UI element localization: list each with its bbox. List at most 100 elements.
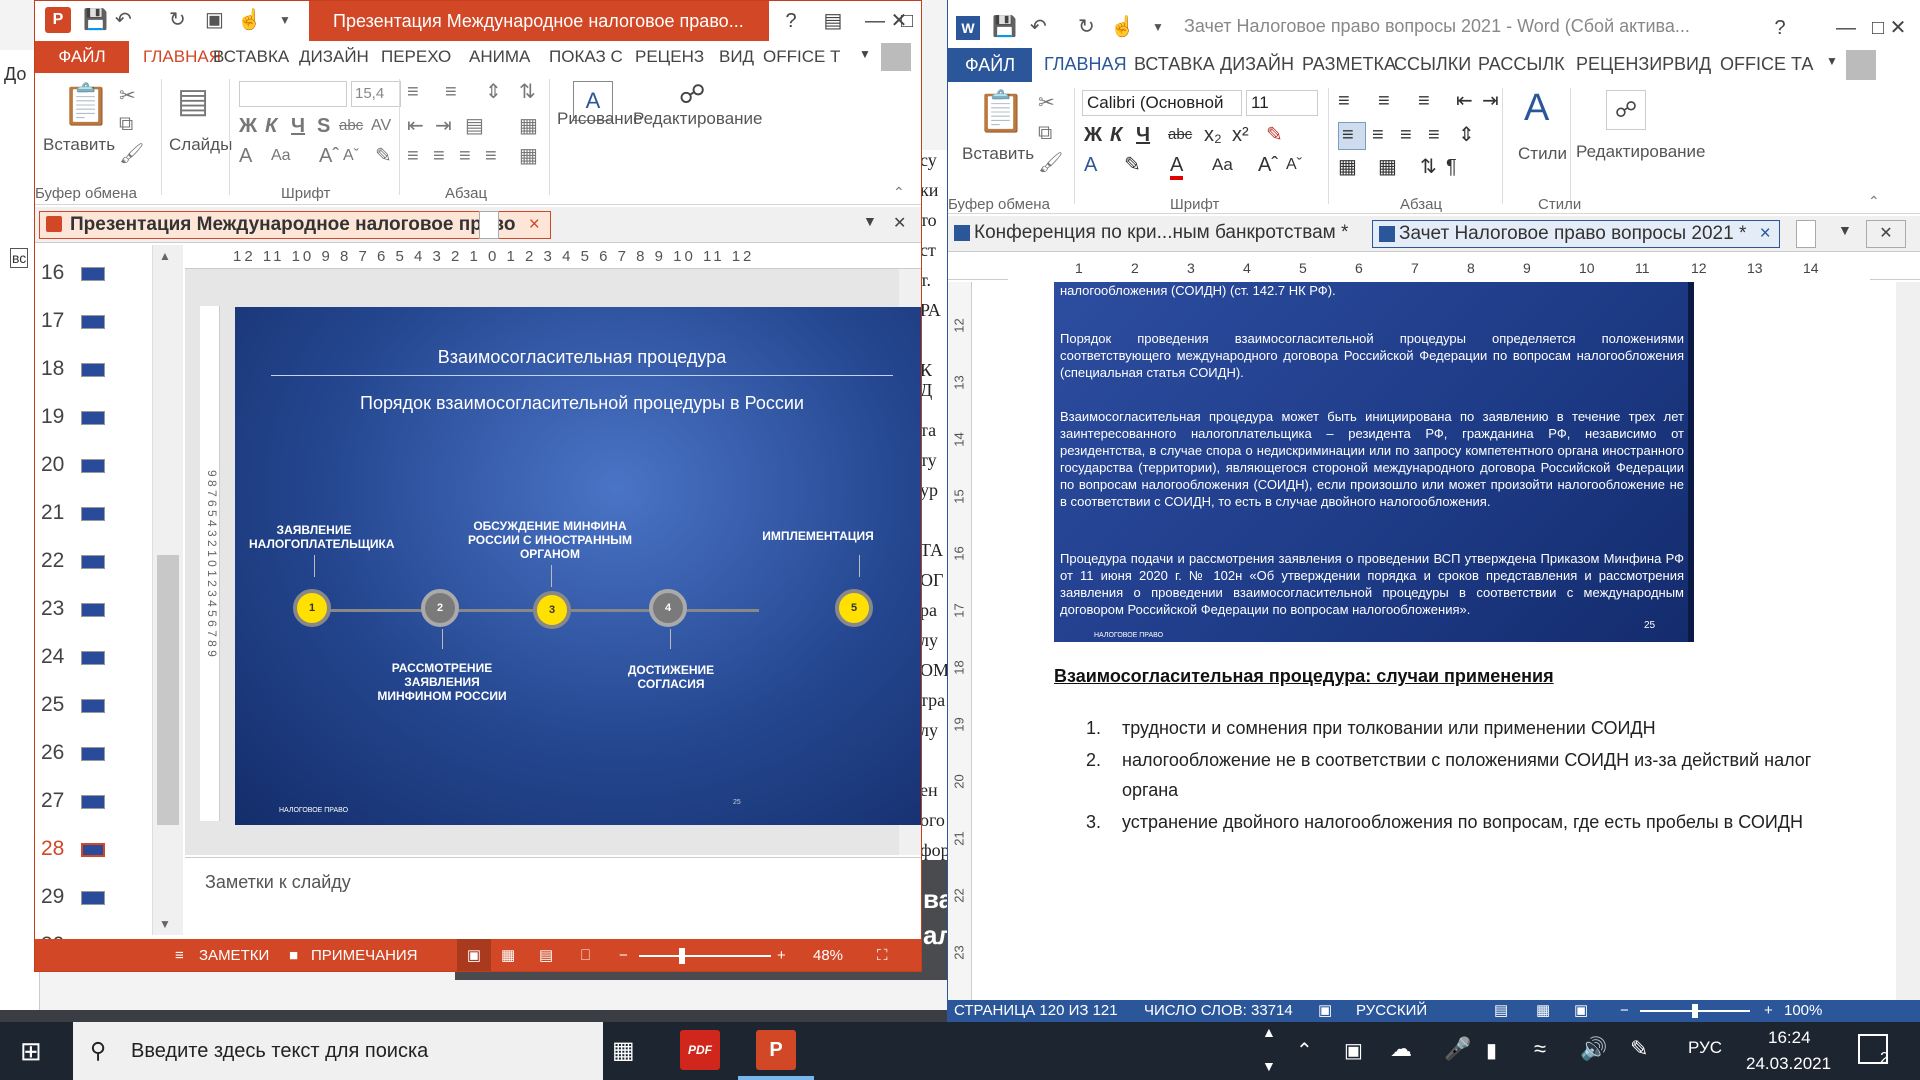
tab-list-icon[interactable]: ▼	[1838, 222, 1852, 238]
search-box[interactable]: Введите здесь текст для поиска	[73, 1022, 603, 1080]
tab-review[interactable]: РЕЦЕНЗИР	[1576, 54, 1674, 75]
change-case-icon[interactable]: Aa	[271, 145, 291, 167]
subscript-icon[interactable]: x₂	[1204, 124, 1222, 146]
bullets-icon[interactable]: ≡	[1338, 90, 1350, 112]
align-center-icon[interactable]: ≡	[433, 145, 445, 167]
tab-view[interactable]: ВИД	[1674, 54, 1711, 75]
thumbnail-scrollbar[interactable]: ▲ ▼	[153, 245, 183, 935]
slide-thumbnail[interactable]: 19	[41, 397, 141, 437]
underline-icon[interactable]: Ч	[291, 115, 305, 137]
italic-icon[interactable]: К	[1110, 124, 1122, 146]
proofing-icon[interactable]: ▣	[1318, 1000, 1332, 1022]
font-color-icon[interactable]: A	[1170, 154, 1184, 180]
format-painter-icon[interactable]: 🖌	[1038, 152, 1063, 174]
collapse-ribbon-icon[interactable]: ⌃	[893, 181, 905, 203]
strikethrough-icon[interactable]: abc	[339, 115, 363, 137]
fit-slide-icon[interactable]: ⛶	[877, 939, 888, 971]
ribbon-display-icon[interactable]: ▤	[811, 1, 855, 41]
zoom-slider[interactable]	[639, 955, 771, 957]
slide-thumbnail[interactable]: 27	[41, 781, 141, 821]
borders-icon[interactable]: ▦	[1378, 156, 1397, 178]
tab-mailings[interactable]: РАССЫЛК	[1478, 54, 1565, 75]
zoom-out-icon[interactable]: −	[619, 939, 628, 971]
slide-thumbnail[interactable]: 26	[41, 733, 141, 773]
tab-animations[interactable]: АНИМА	[469, 47, 530, 67]
paste-icon[interactable]: 📋	[976, 90, 1026, 134]
tab-transitions[interactable]: ПЕРЕХО	[381, 47, 451, 67]
qat-customize-icon[interactable]: ▼	[1152, 14, 1164, 40]
superscript-icon[interactable]: x²	[1232, 124, 1249, 146]
shadow-icon[interactable]: S	[317, 115, 330, 137]
new-tab-button[interactable]	[1796, 220, 1816, 248]
comments-button[interactable]: ПРИМЕЧАНИЯ	[311, 939, 418, 971]
doc-tab-presentation[interactable]: Презентация Международное налоговое прав…	[39, 211, 551, 239]
tab-file[interactable]: ФАЙЛ	[948, 48, 1032, 82]
slide-thumbnail[interactable]: 18	[41, 349, 141, 389]
comments-icon[interactable]: ■	[289, 939, 298, 971]
clear-format-icon[interactable]: ✎	[1266, 124, 1283, 146]
shrink-font-icon[interactable]: Aˇ	[1286, 154, 1302, 176]
underline-icon[interactable]: Ч	[1136, 124, 1150, 146]
current-slide[interactable]: Взаимосогласительная процедура Порядок в…	[235, 307, 921, 825]
embedded-slide-image[interactable]: налогообложения (СОИДН) (ст. 142.7 НК РФ…	[1054, 282, 1694, 642]
undo-icon[interactable]: ↶	[1030, 14, 1047, 40]
clear-format-icon[interactable]: ✎	[375, 145, 392, 167]
tabs-more-icon[interactable]: ▼	[859, 47, 871, 61]
word-page[interactable]: налогообложения (СОИДН) (ст. 142.7 НК РФ…	[974, 282, 1910, 1002]
tab-office[interactable]: OFFICE Т	[763, 47, 840, 67]
tabs-more-icon[interactable]: ▼	[1826, 54, 1838, 68]
align-right-icon[interactable]: ≡	[1400, 124, 1412, 146]
slideshow-icon[interactable]: ⎕	[581, 939, 590, 971]
paste-icon[interactable]: 📋	[61, 83, 111, 127]
bullets-icon[interactable]: ≡	[407, 81, 419, 103]
volume-icon[interactable]: 🔊	[1580, 1036, 1607, 1062]
line-spacing-icon[interactable]: ⇕	[1458, 124, 1475, 146]
touch-mode-icon[interactable]: ☝	[1110, 14, 1135, 40]
decrease-indent-icon[interactable]: ⇤	[1456, 90, 1473, 112]
slide-thumbnail[interactable]: 23	[41, 589, 141, 629]
windows-start-icon[interactable]: ⊞	[20, 1036, 42, 1067]
align-right-icon[interactable]: ≡	[459, 145, 471, 167]
print-layout-icon[interactable]: ▦	[1536, 1000, 1550, 1022]
onedrive-icon[interactable]: ☁	[1390, 1036, 1412, 1062]
strikethrough-icon[interactable]: abc	[1168, 124, 1192, 146]
numbering-icon[interactable]: ≡	[1378, 90, 1390, 112]
paste-button[interactable]: Вставить	[43, 135, 115, 155]
reading-view-icon[interactable]: ▤	[539, 939, 553, 971]
line-spacing-icon[interactable]: ⇕	[485, 81, 502, 103]
tab-insert[interactable]: ВСТАВКА	[213, 47, 289, 67]
zoom-in-icon[interactable]: +	[777, 939, 786, 971]
decrease-indent-icon[interactable]: ⇤	[407, 115, 424, 137]
cut-icon[interactable]: ✂	[119, 85, 136, 107]
word-count[interactable]: ЧИСЛО СЛОВ: 33714	[1144, 1000, 1293, 1022]
undo-icon[interactable]: ↶	[115, 7, 132, 33]
tab-design[interactable]: ДИЗАЙН	[299, 47, 369, 67]
new-tab-button[interactable]	[479, 211, 499, 239]
slide-thumbnail[interactable]: 22	[41, 541, 141, 581]
highlight-icon[interactable]: ✎	[1124, 154, 1141, 176]
zoom-slider-thumb[interactable]	[679, 948, 685, 964]
align-center-icon[interactable]: ≡	[1372, 124, 1384, 146]
slide-sorter-icon[interactable]: ▦	[501, 939, 515, 971]
tab-references[interactable]: ССЫЛКИ	[1394, 54, 1471, 75]
slide-thumbnail[interactable]: 20	[41, 445, 141, 485]
slides-button[interactable]: Слайды	[169, 135, 232, 155]
italic-icon[interactable]: К	[265, 115, 277, 137]
tab-view[interactable]: ВИД	[719, 47, 754, 67]
styles-button[interactable]: Стили	[1518, 144, 1567, 164]
align-left-icon[interactable]: ≡	[407, 145, 419, 167]
help-button[interactable]: ?	[1758, 8, 1802, 48]
find-binoculars-icon[interactable]: ☍	[679, 81, 705, 107]
slide-thumbnail[interactable]: 25	[41, 685, 141, 725]
justify-icon[interactable]: ≡	[485, 145, 497, 167]
battery-icon[interactable]: ▮	[1486, 1038, 1497, 1063]
tab-insert[interactable]: ВСТАВКА	[1134, 54, 1215, 75]
scroll-up-icon[interactable]: ▲	[159, 249, 171, 263]
tab-slideshow[interactable]: ПОКАЗ С	[549, 47, 623, 67]
tab-list-icon[interactable]: ▼	[863, 213, 877, 229]
slide-thumbnail[interactable]: 28	[41, 829, 141, 869]
close-doc-icon[interactable]: ✕	[893, 213, 906, 233]
powerpoint-taskbar-icon[interactable]: P	[756, 1030, 796, 1070]
styles-icon[interactable]: A	[1524, 88, 1549, 128]
tab-home[interactable]: ГЛАВНАЯ	[1044, 54, 1127, 75]
